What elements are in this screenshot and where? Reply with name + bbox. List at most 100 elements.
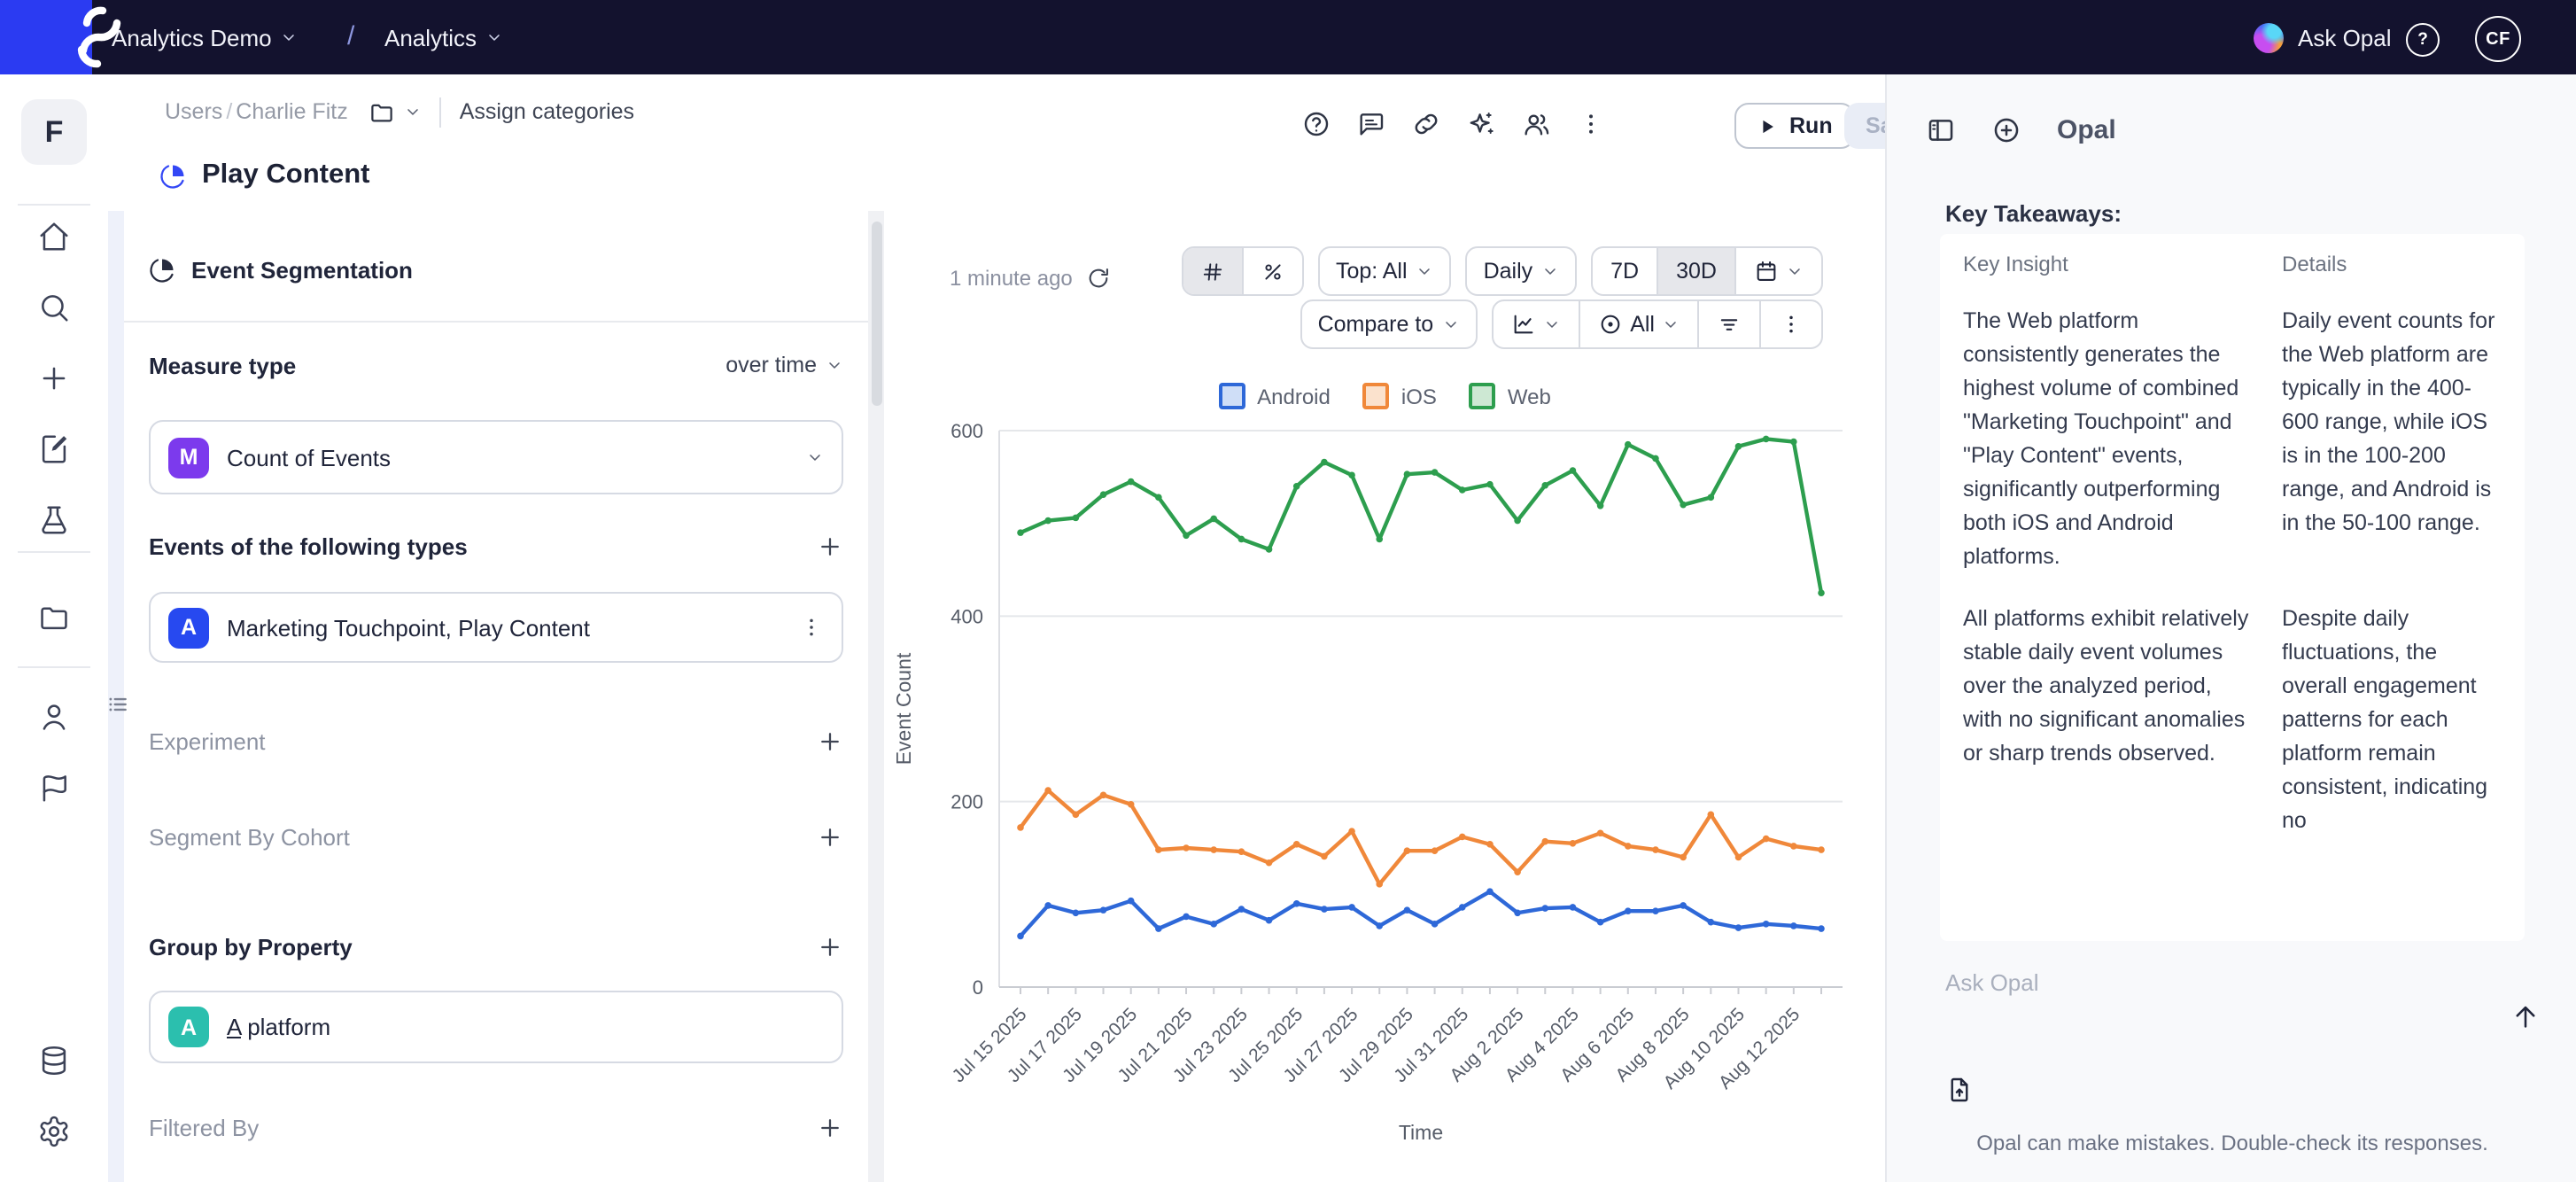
events-section-label: Events of the following types — [149, 533, 468, 559]
app-menu-label: Analytics — [384, 24, 477, 51]
panel-left-icon[interactable] — [1926, 115, 1956, 145]
legend-swatch — [1362, 383, 1389, 409]
ask-opal-label: Ask Opal — [2298, 24, 2392, 51]
top-filter-dropdown[interactable]: Top: All — [1318, 246, 1452, 296]
help-button[interactable]: ? — [2406, 23, 2440, 57]
chart-more-button[interactable] — [1759, 301, 1821, 347]
compare-to-dropdown[interactable]: Compare to — [1300, 299, 1478, 349]
series-visibility-dropdown[interactable]: All — [1579, 301, 1697, 347]
add-filter-button[interactable] — [817, 1114, 843, 1140]
range-7d-button[interactable]: 7D — [1593, 248, 1657, 294]
last-updated: 1 minute ago — [950, 266, 1112, 291]
home-button[interactable] — [37, 220, 71, 253]
event-value: Marketing Touchpoint, Play Content — [227, 614, 781, 641]
line-chart: 0200400600Event CountJul 15 2025Jul 17 2… — [886, 411, 1857, 1182]
range-30d-button[interactable]: 30D — [1657, 248, 1734, 294]
group-by-value: A platform — [227, 1014, 824, 1040]
project-menu-label: Analytics Demo — [112, 24, 272, 51]
details-cell: Daily event counts for the Web platform … — [2282, 305, 2502, 574]
settings-button[interactable] — [37, 1115, 71, 1148]
column-header: Details — [2282, 252, 2502, 276]
measure-mode-dropdown[interactable]: over time — [725, 353, 843, 377]
svg-text:400: 400 — [950, 605, 983, 627]
interval-dropdown[interactable]: Daily — [1466, 246, 1578, 296]
flag-button[interactable] — [37, 771, 71, 805]
svg-text:200: 200 — [950, 791, 983, 813]
ask-opal-input[interactable]: Ask Opal — [1945, 969, 2039, 996]
experiment-icon — [37, 503, 71, 537]
assign-categories-button[interactable]: Assign categories — [460, 99, 634, 124]
search-button[interactable] — [37, 291, 71, 324]
file-upload-icon[interactable] — [1945, 1076, 1974, 1104]
top-navigation-bar: Analytics Demo / Analytics Ask Opal ? CF — [0, 0, 2576, 74]
breadcrumb-separator: / — [226, 99, 232, 124]
sparkles-icon[interactable] — [1467, 110, 1495, 138]
file-edit-button[interactable] — [37, 432, 71, 466]
avatar[interactable]: CF — [2475, 16, 2521, 62]
chevron-down-icon[interactable] — [405, 103, 423, 121]
legend-item-ios[interactable]: iOS — [1362, 383, 1437, 409]
breadcrumb: Users / Charlie Fitz Assign categories — [165, 96, 634, 128]
measure-value: Count of Events — [227, 444, 788, 470]
help-circle-icon[interactable] — [1302, 110, 1331, 138]
avatar-initials: CF — [2486, 29, 2510, 49]
app-menu[interactable]: Analytics — [384, 0, 503, 74]
event-card[interactable]: A Marketing Touchpoint, Play Content — [149, 592, 843, 663]
svg-text:0: 0 — [973, 976, 983, 999]
group-by-card[interactable]: A A platform — [149, 991, 843, 1063]
ask-opal-button[interactable]: Ask Opal — [2254, 0, 2392, 74]
run-button[interactable]: Run — [1734, 103, 1856, 149]
folder-button[interactable] — [37, 601, 71, 634]
add-experiment-button[interactable] — [817, 727, 843, 754]
breadcrumb-root[interactable]: Users — [165, 99, 222, 124]
details-cell: Despite daily fluctuations, the overall … — [2282, 603, 2502, 838]
chart-area: 1 minute ago Top: All Daily 7D30D Compare … — [884, 211, 1885, 1182]
filter-button[interactable] — [1697, 301, 1759, 347]
rail-divider — [18, 666, 90, 668]
add-group-by-button[interactable] — [817, 933, 843, 960]
kebab-icon[interactable] — [799, 615, 824, 640]
add-cohort-button[interactable] — [817, 823, 843, 850]
property-badge: A — [168, 1007, 209, 1047]
comment-icon[interactable] — [1357, 110, 1385, 138]
opal-title: Opal — [2057, 115, 2116, 145]
link-icon[interactable] — [1412, 110, 1440, 138]
panel-drag-handle[interactable] — [106, 693, 129, 716]
kebab-icon[interactable] — [1577, 110, 1605, 138]
plus-button[interactable] — [37, 362, 71, 395]
search-icon — [37, 291, 71, 324]
measure-type-label: Measure type — [149, 352, 296, 378]
metric-badge: M — [168, 437, 209, 478]
legend-item-android[interactable]: Android — [1218, 383, 1331, 409]
workspace-tile[interactable]: F — [21, 99, 87, 165]
scrollbar-thumb[interactable] — [871, 222, 881, 406]
legend-item-web[interactable]: Web — [1469, 383, 1551, 409]
legend-swatch — [1218, 383, 1245, 409]
add-event-button[interactable] — [817, 533, 843, 559]
folder-icon — [37, 601, 71, 634]
key-takeaways-heading: Key Takeaways: — [1945, 200, 2122, 227]
chart-type-dropdown[interactable] — [1494, 301, 1579, 347]
database-button[interactable] — [37, 1044, 71, 1077]
chevron-down-icon — [806, 448, 824, 466]
users-icon[interactable] — [1522, 110, 1550, 138]
refresh-icon[interactable] — [1087, 266, 1112, 291]
project-menu[interactable]: Analytics Demo — [112, 0, 299, 74]
measure-value-card[interactable]: M Count of Events — [149, 420, 843, 494]
percent-mode-toggle[interactable] — [1242, 248, 1302, 294]
calendar-range-button[interactable] — [1734, 248, 1821, 294]
folder-icon[interactable] — [369, 98, 396, 125]
chevron-down-icon — [826, 356, 843, 374]
page-header: Users / Charlie Fitz Assign categories R… — [108, 74, 1885, 213]
brand-logo[interactable] — [0, 0, 92, 74]
circle-plus-icon[interactable] — [1991, 115, 2021, 145]
count-mode-toggle[interactable] — [1183, 248, 1242, 294]
send-arrow-icon[interactable] — [2510, 1001, 2541, 1031]
group-by-label: Group by Property — [149, 933, 353, 960]
user-button[interactable] — [37, 700, 71, 734]
vertical-scrollbar[interactable] — [868, 211, 884, 1182]
events-section-row: Events of the following types — [149, 530, 843, 562]
page-title-row: Play Content — [159, 159, 369, 191]
breadcrumb-current[interactable]: Charlie Fitz — [236, 99, 347, 124]
experiment-button[interactable] — [37, 503, 71, 537]
